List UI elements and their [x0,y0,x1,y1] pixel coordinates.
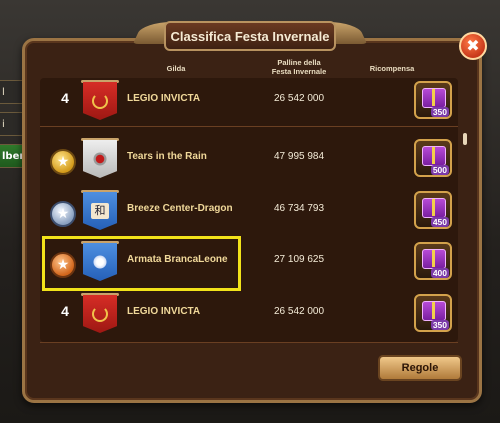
reward-amount: 450 [430,217,449,227]
gold-medal-icon: ★ [50,149,76,175]
flower-emblem-icon [92,151,108,167]
scrollbar-thumb[interactable] [463,133,467,145]
reward-amount: 350 [430,107,449,117]
guild-banner [83,140,117,178]
laurel-icon [92,306,108,322]
snowball-count: 26 542 000 [274,306,325,317]
close-button[interactable]: ✖ [459,32,487,60]
gift-chest-icon [422,146,446,166]
gift-chest-icon [422,88,446,108]
reward-chest-button[interactable]: 350 [414,81,452,119]
highlight-box [42,236,241,291]
guild-name: Breeze Center-Dragon [127,203,233,214]
reward-amount: 350 [430,320,449,330]
close-icon: ✖ [466,36,480,55]
gift-chest-icon [422,249,446,269]
ranking-row[interactable]: 4 LEGIO INVICTA 26 542 000 350 [40,291,458,342]
reward-chest-button[interactable]: 450 [414,191,452,229]
ranking-row[interactable]: ★ Tears in the Rain 47 995 984 500 [40,136,458,188]
guild-banner [83,295,117,333]
guild-banner: 和 [83,192,117,230]
row-divider [40,126,458,127]
guild-name: LEGIO INVICTA [127,93,201,104]
kanji-emblem-icon: 和 [91,203,109,219]
ranking-row[interactable]: 4 LEGIO INVICTA 26 542 000 350 [40,78,458,130]
column-header-palline-line1: Palline della [277,58,321,67]
gift-chest-icon [422,301,446,321]
snowball-count: 27 109 625 [274,254,325,265]
reward-chest-button[interactable]: 500 [414,139,452,177]
ranking-list[interactable]: 4 LEGIO INVICTA 26 542 000 350 ★ Tears i… [40,78,458,342]
guild-name: Tears in the Rain [127,151,207,162]
reward-amount: 400 [430,268,449,278]
column-header-gilda: Gilda [166,64,186,73]
window-title: Classifica Festa Invernale [170,28,330,44]
ranking-row[interactable]: ★ 和 Breeze Center-Dragon 46 734 793 450 [40,188,458,240]
list-bottom-divider [40,342,458,343]
silver-medal-icon: ★ [50,201,76,227]
column-header-palline-line2: Festa Invernale [271,67,327,76]
snowball-count: 46 734 793 [274,203,325,214]
guild-name: LEGIO INVICTA [127,306,201,317]
rules-button[interactable]: Regole [378,355,462,381]
snowball-count: 26 542 000 [274,93,325,104]
column-header-ricompensa: Ricompensa [369,64,415,73]
reward-chest-button[interactable]: 350 [414,294,452,332]
reward-amount: 500 [430,165,449,175]
rank-number: 4 [61,90,69,106]
guild-banner [83,82,117,120]
rank-number: 4 [61,303,69,319]
snowball-count: 47 995 984 [274,151,325,162]
column-header-palline: Palline della Festa Invernale [264,58,334,76]
reward-chest-button[interactable]: 400 [414,242,452,280]
title-plate: Classifica Festa Invernale [164,21,336,51]
gift-chest-icon [422,198,446,218]
laurel-icon [92,93,108,109]
